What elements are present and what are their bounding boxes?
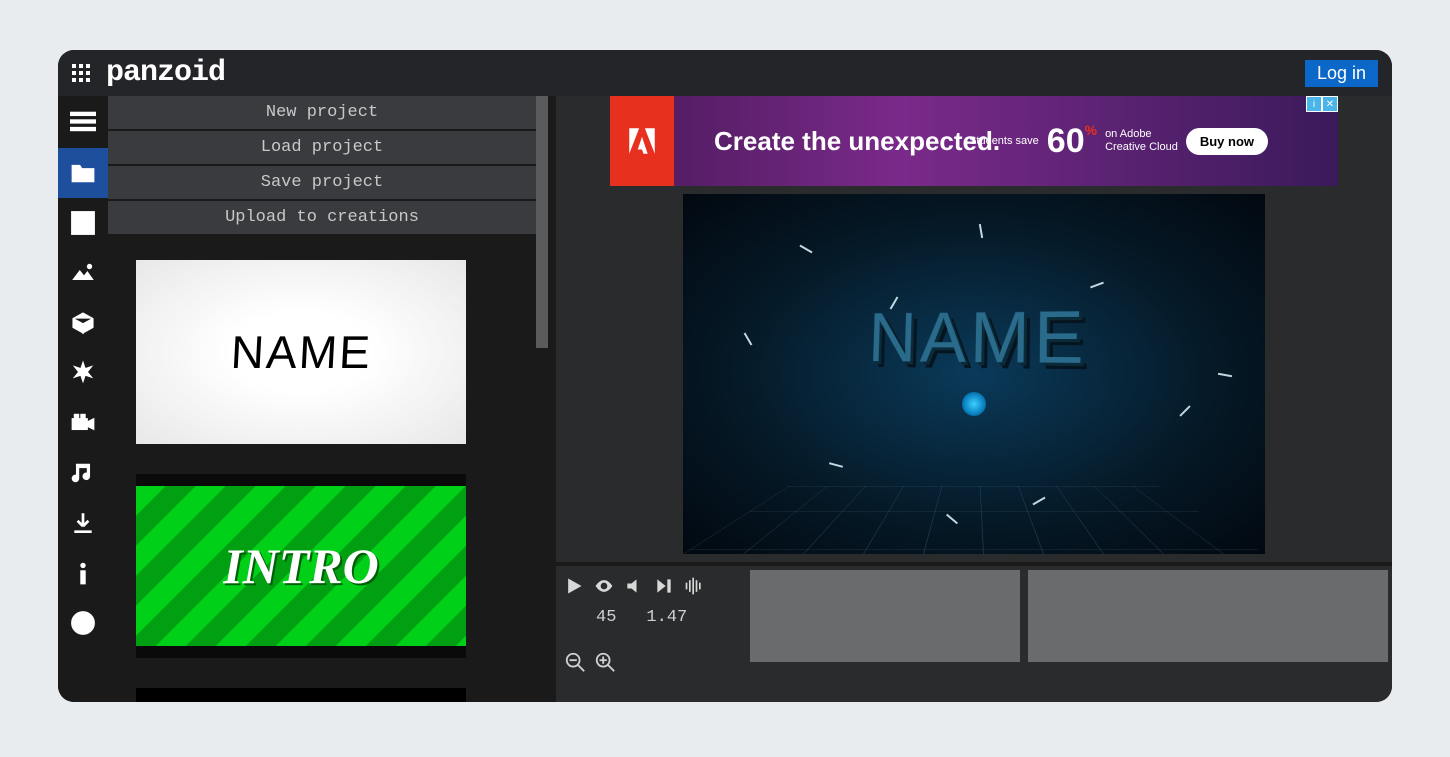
scrollbar[interactable] [536, 96, 548, 348]
checkbox-icon[interactable] [58, 198, 108, 248]
login-button[interactable]: Log in [1305, 60, 1378, 87]
template-thumb-intro[interactable]: INTRO [136, 474, 466, 658]
preview-3d-text: NAME [867, 296, 1088, 381]
timeline: 45 1.47 [556, 562, 1392, 702]
waveform-icon[interactable] [684, 576, 704, 596]
particle [1218, 373, 1232, 377]
timeline-track-2[interactable] [1028, 570, 1388, 662]
apps-grid-icon[interactable] [72, 64, 90, 82]
thumb-name-text: NAME [229, 325, 373, 379]
template-thumbnails: NAME INTRO [108, 234, 548, 702]
app-window: panzoid Log in [58, 50, 1392, 702]
particle [744, 332, 753, 345]
render-view: NAME [683, 194, 1265, 554]
download-icon[interactable] [58, 498, 108, 548]
ad-controls: i ✕ [1306, 96, 1338, 112]
template-thumb-third[interactable] [136, 688, 466, 702]
ad-percent: 60 [1047, 122, 1085, 161]
save-project-button[interactable]: Save project [108, 166, 536, 199]
thumb-intro-text: INTRO [223, 537, 379, 595]
cube-icon[interactable] [58, 298, 108, 348]
toolstrip [58, 96, 108, 702]
ad-headline: Create the unexpected. [714, 126, 1000, 157]
folder-icon[interactable] [58, 148, 108, 198]
music-icon[interactable] [58, 448, 108, 498]
topbar: panzoid Log in [58, 50, 1392, 96]
zoom-controls [564, 639, 738, 673]
hamburger-icon[interactable] [58, 96, 108, 148]
side-panel: New project Load project Save project Up… [108, 96, 548, 702]
glow-orb [962, 392, 986, 416]
camera-icon[interactable] [58, 398, 108, 448]
zoom-out-icon[interactable] [564, 651, 586, 673]
ad-banner[interactable]: Create the unexpected. Students save 60 … [610, 96, 1338, 186]
particle [1090, 282, 1104, 289]
ad-students: Students save [969, 135, 1039, 147]
ad-close-icon[interactable]: ✕ [1322, 96, 1338, 112]
preview-column: Create the unexpected. Students save 60 … [556, 96, 1392, 702]
brand-area: panzoid [72, 56, 225, 90]
frame-number: 45 [596, 608, 616, 627]
grid-floor [683, 486, 1265, 554]
viewport[interactable]: NAME [556, 186, 1392, 562]
info-icon[interactable] [58, 548, 108, 598]
particle [800, 245, 813, 254]
step-icon[interactable] [654, 576, 674, 596]
upload-button[interactable]: Upload to creations [108, 201, 536, 234]
time-seconds: 1.47 [646, 608, 687, 627]
template-thumb-name[interactable]: NAME [136, 260, 466, 444]
buy-now-button[interactable]: Buy now [1186, 128, 1268, 155]
eye-icon[interactable] [594, 576, 614, 596]
zoom-in-icon[interactable] [594, 651, 616, 673]
particle [1179, 405, 1190, 416]
main-area: New project Load project Save project Up… [58, 96, 1392, 702]
brand-logo[interactable]: panzoid [106, 56, 225, 90]
particle [979, 224, 983, 238]
adobe-logo-icon [610, 96, 674, 186]
ad-info-icon[interactable]: i [1306, 96, 1322, 112]
project-menu: New project Load project Save project Up… [108, 96, 548, 234]
ad-percent-symbol: % [1085, 122, 1097, 138]
load-project-button[interactable]: Load project [108, 131, 536, 164]
smiley-icon[interactable] [58, 598, 108, 648]
playback-icons [564, 576, 738, 596]
volume-icon[interactable] [624, 576, 644, 596]
timeline-track-1[interactable] [750, 570, 1020, 662]
timeline-controls: 45 1.47 [556, 566, 746, 702]
new-project-button[interactable]: New project [108, 96, 536, 129]
play-icon[interactable] [564, 576, 584, 596]
particle [828, 462, 842, 468]
intro-bg: INTRO [136, 486, 466, 646]
ad-right: Students save 60 % on Adobe Creative Clo… [969, 122, 1268, 161]
ad-sub: on Adobe Creative Cloud [1105, 128, 1178, 154]
timeline-readout: 45 1.47 [564, 608, 738, 627]
image-icon[interactable] [58, 248, 108, 298]
star-icon[interactable] [58, 348, 108, 398]
